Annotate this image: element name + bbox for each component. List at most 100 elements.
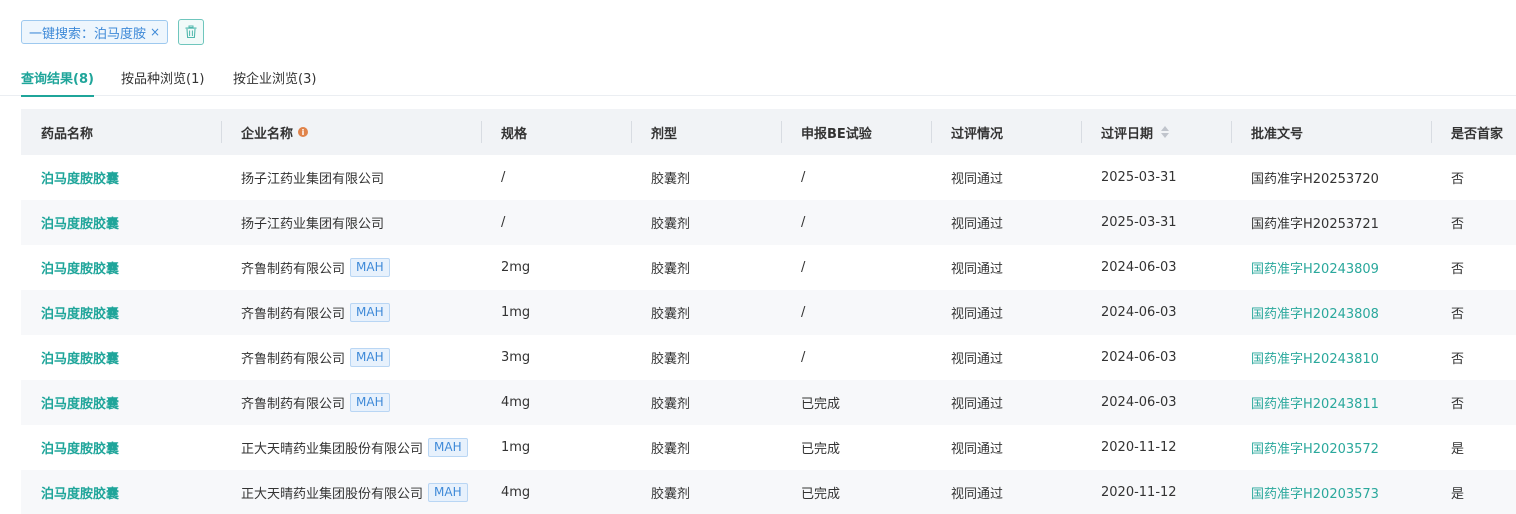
spec-value: 3mg bbox=[501, 350, 531, 365]
evaluation-date-value: 2020-11-12 bbox=[1101, 440, 1177, 455]
drug-name-link[interactable]: 泊马度胺胶囊 bbox=[41, 258, 119, 277]
header-label: 企业名称 bbox=[241, 126, 294, 142]
spec-value: 1mg bbox=[501, 440, 531, 455]
header-evaluation-status: 过评情况 bbox=[931, 109, 1081, 155]
dosage-form-value: 胶囊剂 bbox=[651, 262, 691, 277]
cell-dosage-form: 胶囊剂 bbox=[631, 258, 781, 277]
approval-number-value: 国药准字H20253720 bbox=[1251, 172, 1379, 187]
company-name: 齐鲁制药有限公司 bbox=[241, 307, 346, 322]
cell-spec: / bbox=[481, 170, 631, 185]
header-label: 过评日期 bbox=[1101, 126, 1154, 142]
cell-be-trial: 已完成 bbox=[781, 438, 931, 457]
be-trial-value: 已完成 bbox=[801, 397, 841, 412]
table-row: 泊马度胺胶囊 正大天晴药业集团股份有限公司 MAH 4mg 胶囊剂 已完成 视同通过 2020… bbox=[21, 470, 1516, 514]
table-row: 泊马度胺胶囊 扬子江药业集团有限公司 / 胶囊剂 / 视同通过 2025-03-31 国药准字… bbox=[21, 200, 1516, 245]
evaluation-status-value: 视同通过 bbox=[951, 352, 1004, 367]
header-label: 剂型 bbox=[651, 126, 678, 142]
dosage-form-value: 胶囊剂 bbox=[651, 352, 691, 367]
approval-number-link[interactable]: 国药准字H20243811 bbox=[1251, 393, 1379, 412]
company-name: 齐鲁制药有限公司 bbox=[241, 262, 346, 277]
header-label: 药品名称 bbox=[41, 126, 94, 142]
cell-approval-number: 国药准字H20253720 bbox=[1231, 168, 1431, 187]
result-tabs: 查询结果(8) 按品种浏览(1) 按企业浏览(3) bbox=[0, 60, 1516, 97]
spec-value: 4mg bbox=[501, 485, 531, 500]
cell-be-trial: / bbox=[781, 215, 931, 230]
drug-name-link[interactable]: 泊马度胺胶囊 bbox=[41, 393, 119, 412]
approval-number-link[interactable]: 国药准字H20203573 bbox=[1251, 483, 1379, 502]
evaluation-date-value: 2024-06-03 bbox=[1101, 260, 1177, 275]
spec-value: / bbox=[501, 215, 506, 230]
spec-value: / bbox=[501, 170, 506, 185]
header-first-approval: 是否首家 bbox=[1431, 109, 1516, 155]
approval-number-link[interactable]: 国药准字H20243809 bbox=[1251, 258, 1379, 277]
tab-browse-by-variety[interactable]: 按品种浏览(1) bbox=[121, 68, 204, 95]
cell-evaluation-status: 视同通过 bbox=[931, 213, 1081, 232]
cell-evaluation-date: 2020-11-12 bbox=[1081, 440, 1231, 455]
header-drug-name: 药品名称 bbox=[21, 109, 221, 155]
approval-number-link[interactable]: 国药准字H20243808 bbox=[1251, 303, 1379, 322]
cell-dosage-form: 胶囊剂 bbox=[631, 483, 781, 502]
evaluation-date-value: 2025-03-31 bbox=[1101, 215, 1177, 230]
cell-spec: / bbox=[481, 215, 631, 230]
mah-badge: MAH bbox=[350, 393, 390, 412]
dosage-form-value: 胶囊剂 bbox=[651, 172, 691, 187]
header-evaluation-date[interactable]: 过评日期 bbox=[1081, 109, 1231, 155]
approval-number-link[interactable]: 国药准字H20243810 bbox=[1251, 348, 1379, 367]
drug-name-link[interactable]: 泊马度胺胶囊 bbox=[41, 483, 119, 502]
header-spec: 规格 bbox=[481, 109, 631, 155]
drug-name-link[interactable]: 泊马度胺胶囊 bbox=[41, 303, 119, 322]
company-name: 正大天晴药业集团股份有限公司 bbox=[241, 487, 424, 502]
company-name: 扬子江药业集团有限公司 bbox=[241, 217, 385, 232]
cell-spec: 1mg bbox=[481, 305, 631, 320]
approval-number-link[interactable]: 国药准字H20203572 bbox=[1251, 438, 1379, 457]
cell-company-name: 扬子江药业集团有限公司 bbox=[221, 213, 481, 232]
cell-company-name: 扬子江药业集团有限公司 bbox=[221, 168, 481, 187]
table-row: 泊马度胺胶囊 扬子江药业集团有限公司 / 胶囊剂 / 视同通过 2025-03-31 国药准字… bbox=[21, 155, 1516, 200]
cell-company-name: 齐鲁制药有限公司 MAH bbox=[221, 303, 481, 322]
cell-drug-name: 泊马度胺胶囊 bbox=[21, 303, 221, 322]
table-row: 泊马度胺胶囊 齐鲁制药有限公司 MAH 1mg 胶囊剂 / 视同通过 2024-06-03 国药… bbox=[21, 290, 1516, 335]
evaluation-date-value: 2024-06-03 bbox=[1101, 395, 1177, 410]
search-tag[interactable]: 一键搜索：泊马度胺 × bbox=[21, 20, 169, 44]
mah-badge: MAH bbox=[428, 438, 468, 457]
cell-approval-number: 国药准字H20243810 bbox=[1231, 348, 1431, 367]
header-label: 申报BE试验 bbox=[801, 126, 872, 142]
drug-name-link[interactable]: 泊马度胺胶囊 bbox=[41, 168, 119, 187]
cell-be-trial: / bbox=[781, 260, 931, 275]
clear-search-button[interactable] bbox=[178, 19, 205, 45]
cell-dosage-form: 胶囊剂 bbox=[631, 393, 781, 412]
header-dosage-form: 剂型 bbox=[631, 109, 781, 155]
close-icon[interactable]: × bbox=[150, 25, 160, 39]
first-approval-value: 否 bbox=[1451, 307, 1465, 322]
cell-dosage-form: 胶囊剂 bbox=[631, 303, 781, 322]
tab-browse-by-company[interactable]: 按企业浏览(3) bbox=[233, 68, 316, 95]
drug-name-link[interactable]: 泊马度胺胶囊 bbox=[41, 348, 119, 367]
company-name: 扬子江药业集团有限公司 bbox=[241, 172, 385, 187]
cell-evaluation-date: 2024-06-03 bbox=[1081, 395, 1231, 410]
mah-badge: MAH bbox=[350, 258, 390, 277]
drug-name-link[interactable]: 泊马度胺胶囊 bbox=[41, 213, 119, 232]
cell-evaluation-status: 视同通过 bbox=[931, 348, 1081, 367]
sort-icon[interactable] bbox=[1161, 126, 1170, 138]
cell-drug-name: 泊马度胺胶囊 bbox=[21, 258, 221, 277]
company-name: 齐鲁制药有限公司 bbox=[241, 352, 346, 367]
search-tag-bar: 一键搜索：泊马度胺 × bbox=[21, 19, 205, 45]
company-name: 齐鲁制药有限公司 bbox=[241, 397, 346, 412]
mah-badge: MAH bbox=[428, 483, 468, 502]
cell-approval-number: 国药准字H20253721 bbox=[1231, 213, 1431, 232]
cell-dosage-form: 胶囊剂 bbox=[631, 438, 781, 457]
header-label: 规格 bbox=[501, 126, 528, 142]
first-approval-value: 否 bbox=[1451, 172, 1465, 187]
tab-query-results[interactable]: 查询结果(8) bbox=[21, 68, 94, 97]
cell-dosage-form: 胶囊剂 bbox=[631, 348, 781, 367]
drug-name-link[interactable]: 泊马度胺胶囊 bbox=[41, 438, 119, 457]
evaluation-status-value: 视同通过 bbox=[951, 307, 1004, 322]
cell-be-trial: 已完成 bbox=[781, 483, 931, 502]
evaluation-status-value: 视同通过 bbox=[951, 172, 1004, 187]
page: 一键搜索：泊马度胺 × 查询结果(8) 按品种浏览(1) 按企业浏览(3) 药品… bbox=[0, 0, 1516, 514]
first-approval-value: 否 bbox=[1451, 397, 1465, 412]
evaluation-status-value: 视同通过 bbox=[951, 442, 1004, 457]
cell-first-approval: 否 bbox=[1431, 213, 1516, 232]
search-tag-label: 一键搜索：泊马度胺 bbox=[29, 26, 147, 42]
info-icon[interactable]: i bbox=[298, 127, 309, 137]
